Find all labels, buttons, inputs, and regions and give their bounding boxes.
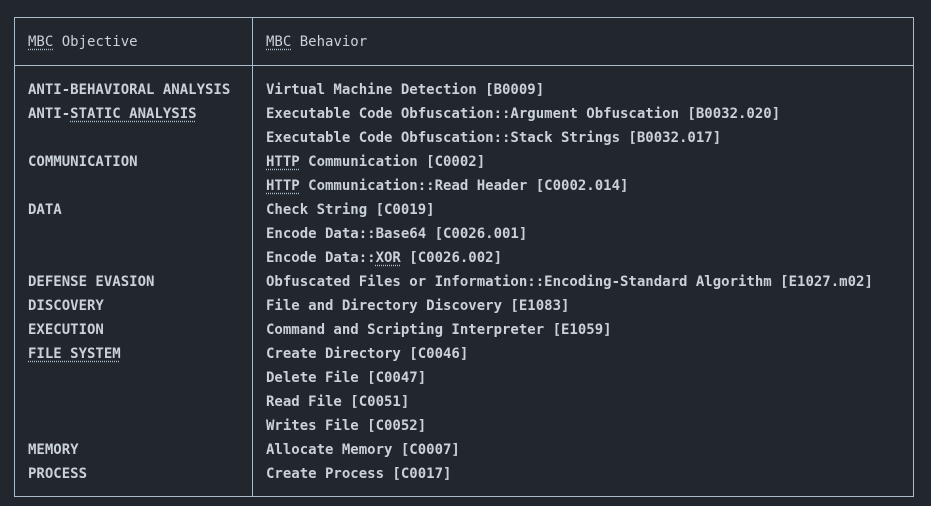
row-behavior: HTTP Communication::Read Header [C0002.0… <box>266 178 629 194</box>
row-behavior: Executable Code Obfuscation::Stack Strin… <box>266 130 722 146</box>
row-behavior: Allocate Memory [C0007] <box>266 442 460 458</box>
row-objective: ANTI-BEHAVIORAL ANALYSIS <box>28 82 231 98</box>
row-behavior: Check String [C0019] <box>266 202 435 218</box>
row-behavior: Writes File [C0052] <box>266 418 427 434</box>
header-objective: MBC Objective <box>28 34 138 50</box>
row-objective: DATA <box>28 202 62 218</box>
header-row: MBC Objective MBC Behavior <box>14 30 914 54</box>
table-row: ANTI-BEHAVIORAL ANALYSIS Virtual Machine … <box>14 78 914 102</box>
table-row: Delete File [C0047] <box>14 366 914 390</box>
row-objective: COMMUNICATION <box>28 154 138 170</box>
row-objective: DEFENSE EVASION <box>28 274 155 290</box>
header-separator <box>14 65 914 66</box>
row-behavior: Read File [C0051] <box>266 394 410 410</box>
row-objective: EXECUTION <box>28 322 104 338</box>
row-objective: FILE SYSTEM <box>28 346 121 362</box>
table-row: Executable Code Obfuscation::Stack Strin… <box>14 126 914 150</box>
row-behavior: Virtual Machine Detection [B0009] <box>266 82 545 98</box>
row-behavior: Delete File [C0047] <box>266 370 427 386</box>
table-row: COMMUNICATION HTTP Communication [C0002] <box>14 150 914 174</box>
mbc-table: MBC Objective MBC Behavior ANTI-BEHAVIOR… <box>14 17 914 497</box>
row-objective: MEMORY <box>28 442 79 458</box>
row-objective: PROCESS <box>28 466 88 482</box>
row-objective: ANTI-STATIC ANALYSIS <box>28 106 197 122</box>
table-top-border <box>14 17 914 18</box>
row-behavior: Executable Code Obfuscation::Argument Ob… <box>266 106 781 122</box>
table-bottom-border <box>14 496 914 497</box>
table-row: PROCESS Create Process [C0017] <box>14 462 914 486</box>
table-row: Read File [C0051] <box>14 390 914 414</box>
row-behavior: Create Directory [C0046] <box>266 346 469 362</box>
table-row: ANTI-STATIC ANALYSIS Executable Code Obfu… <box>14 102 914 126</box>
table-row: Encode Data::XOR [C0026.002] <box>14 246 914 270</box>
table-row: DEFENSE EVASION Obfuscated Files or Infor… <box>14 270 914 294</box>
row-behavior: File and Directory Discovery [E1083] <box>266 298 570 314</box>
table-row: DISCOVERY File and Directory Discovery [E… <box>14 294 914 318</box>
row-behavior: Command and Scripting Interpreter [E1059… <box>266 322 612 338</box>
row-behavior: Encode Data::Base64 [C0026.001] <box>266 226 528 242</box>
row-objective: DISCOVERY <box>28 298 104 314</box>
table-row: EXECUTION Command and Scripting Interpret… <box>14 318 914 342</box>
row-behavior: HTTP Communication [C0002] <box>266 154 486 170</box>
table-row: DATA Check String [C0019] <box>14 198 914 222</box>
row-behavior: Create Process [C0017] <box>266 466 452 482</box>
header-behavior: MBC Behavior <box>266 34 368 50</box>
table-row: MEMORY Allocate Memory [C0007] <box>14 438 914 462</box>
table-row: HTTP Communication::Read Header [C0002.0… <box>14 174 914 198</box>
table-row: Encode Data::Base64 [C0026.001] <box>14 222 914 246</box>
row-behavior: Encode Data::XOR [C0026.002] <box>266 250 503 266</box>
row-behavior: Obfuscated Files or Information::Encodin… <box>266 274 873 290</box>
table-row: Writes File [C0052] <box>14 414 914 438</box>
table-row: FILE SYSTEM Create Directory [C0046] <box>14 342 914 366</box>
